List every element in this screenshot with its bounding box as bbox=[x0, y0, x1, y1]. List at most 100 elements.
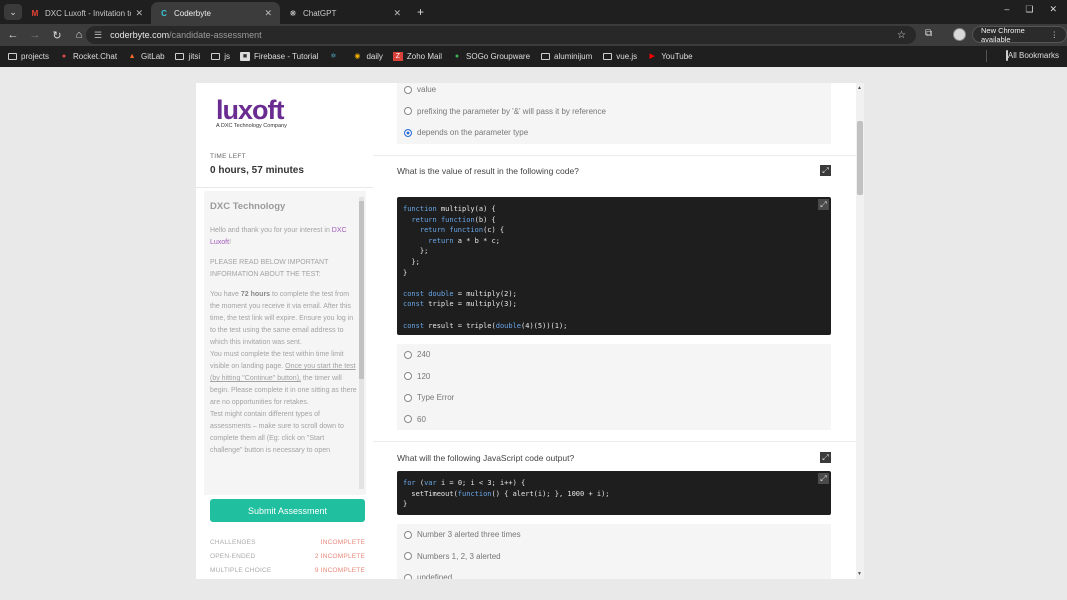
completion-stats: CHALLENGES INCOMPLETE OPEN-ENDED 2 INCOMPL… bbox=[210, 535, 365, 577]
tab-title: DXC Luxoft - Invitation to C bbox=[45, 8, 131, 18]
radio-button-selected[interactable] bbox=[404, 128, 412, 137]
more-menu-icon[interactable]: ⋮ bbox=[1051, 30, 1059, 39]
forward-arrow-icon[interactable]: → bbox=[24, 29, 46, 41]
radio-button[interactable] bbox=[404, 85, 412, 94]
divider bbox=[196, 187, 373, 188]
bookmark-gitlab[interactable]: ▲ GitLab bbox=[127, 52, 165, 61]
close-icon[interactable]: ✕ bbox=[264, 8, 272, 19]
bookmark-firebase[interactable]: ■ Firebase - Tutorial bbox=[239, 51, 318, 61]
question-options: Number 3 alerted three times Numbers 1, … bbox=[397, 524, 831, 579]
address-bar[interactable]: ☰ coderbyte.com/candidate-assessment ☆ bbox=[86, 26, 916, 44]
questions-panel: value prefixing the parameter by '&' wil… bbox=[373, 83, 856, 579]
chrome-update-button[interactable]: New Chrome available ⋮ bbox=[972, 25, 1067, 44]
submit-assessment-button[interactable]: Submit Assessment bbox=[210, 499, 365, 522]
navigation-bar: ← → ↻ ⌂ ☰ coderbyte.com/candidate-assess… bbox=[0, 24, 1067, 46]
tab-coderbyte[interactable]: C Coderbyte ✕ bbox=[151, 2, 280, 24]
answer-option[interactable]: undefined bbox=[397, 567, 831, 579]
bookmark-zoho-mail[interactable]: Z Zoho Mail bbox=[392, 51, 442, 61]
bookmark-label: js bbox=[224, 51, 230, 61]
bookmark-jitsi[interactable]: jitsi bbox=[175, 52, 200, 61]
bookmark-rocket-chat[interactable]: ● Rocket.Chat bbox=[59, 52, 117, 61]
code-snippet: function multiply(a) { return function(b… bbox=[397, 197, 831, 335]
code-snippet: for (var i = 0; i < 3; i++) { setTimeout… bbox=[397, 471, 831, 515]
chatgpt-icon: ❋ bbox=[289, 8, 297, 18]
tab-search-button[interactable]: ⌄ bbox=[4, 4, 22, 20]
bookmark-js[interactable]: js bbox=[210, 52, 230, 61]
radio-button[interactable] bbox=[404, 393, 412, 402]
read-below-text: PLEASE READ BELOW IMPORTANT INFORMATION … bbox=[210, 259, 329, 278]
site-settings-icon[interactable]: ☰ bbox=[94, 30, 102, 41]
scrollbar-thumb[interactable] bbox=[359, 201, 364, 379]
time-left-value: 0 hours, 57 minutes bbox=[210, 165, 304, 176]
logo-wordmark: luxoft bbox=[216, 95, 284, 125]
scroll-down-arrow-icon[interactable]: ▼ bbox=[857, 571, 862, 577]
new-tab-button[interactable]: + bbox=[417, 5, 424, 19]
scrollbar-thumb[interactable] bbox=[857, 121, 863, 195]
bookmark-label: Rocket.Chat bbox=[73, 51, 118, 61]
close-icon[interactable]: ✕ bbox=[393, 8, 401, 19]
bookmark-daily[interactable]: ◉ daily bbox=[352, 51, 383, 61]
maximize-icon[interactable]: ❏ bbox=[1025, 4, 1033, 15]
close-icon[interactable]: ✕ bbox=[135, 8, 143, 19]
bookmark-label: SOGo Groupware bbox=[466, 51, 531, 61]
hours-emphasis: 72 hours bbox=[240, 291, 271, 298]
radio-button[interactable] bbox=[404, 372, 412, 381]
back-arrow-icon[interactable]: ← bbox=[2, 29, 24, 41]
coderbyte-icon: C bbox=[161, 8, 167, 18]
instructions-scrollbar[interactable] bbox=[359, 197, 364, 489]
previous-question-options: value prefixing the parameter by '&' wil… bbox=[397, 83, 831, 144]
answer-option[interactable]: value bbox=[397, 83, 831, 101]
extensions-icon[interactable]: ⧉ bbox=[925, 28, 932, 39]
bookmark-label: daily bbox=[366, 51, 383, 61]
update-label: New Chrome available bbox=[981, 25, 1025, 44]
option-label: 240 bbox=[417, 350, 431, 360]
radio-button[interactable] bbox=[404, 350, 412, 359]
answer-option[interactable]: prefixing the parameter by '&' will pass… bbox=[397, 101, 831, 123]
reload-icon[interactable]: ↻ bbox=[46, 29, 68, 42]
answer-option[interactable]: depends on the parameter type bbox=[397, 122, 831, 144]
bookmark-react[interactable]: ⚛ bbox=[328, 52, 342, 61]
paragraph-text: to complete the test from the moment you… bbox=[210, 291, 354, 346]
tab-chatgpt[interactable]: ❋ ChatGPT ✕ bbox=[280, 2, 409, 24]
close-window-icon[interactable]: ✕ bbox=[1049, 4, 1057, 15]
expand-icon[interactable]: ⤢ bbox=[820, 452, 831, 463]
radio-button[interactable] bbox=[404, 107, 412, 116]
instructions-box[interactable]: DXC Technology Hello and thank you for y… bbox=[204, 191, 366, 495]
bookmark-sogo[interactable]: ● SOGo Groupware bbox=[452, 52, 530, 61]
option-label: depends on the parameter type bbox=[417, 128, 529, 138]
radio-button[interactable] bbox=[404, 573, 412, 579]
option-label: Numbers 1, 2, 3 alerted bbox=[417, 551, 501, 561]
minimize-icon[interactable]: – bbox=[1004, 4, 1009, 15]
expand-code-icon[interactable]: ⤢ bbox=[818, 199, 829, 210]
answer-option[interactable]: 60 bbox=[397, 409, 831, 431]
radio-button[interactable] bbox=[404, 530, 412, 539]
radio-button[interactable] bbox=[404, 552, 412, 561]
bookmark-vuejs[interactable]: vue.js bbox=[602, 52, 637, 61]
folder-icon bbox=[7, 52, 17, 61]
option-label: 120 bbox=[417, 371, 431, 381]
answer-option[interactable]: Number 3 alerted three times bbox=[397, 524, 831, 546]
question-text: What will the following JavaScript code … bbox=[397, 453, 575, 463]
window-controls: – ❏ ✕ bbox=[1004, 4, 1057, 15]
time-left-label: TIME LEFT bbox=[210, 153, 246, 160]
paragraph-text: Test might contain different types of as… bbox=[210, 411, 344, 454]
all-bookmarks-button[interactable]: All Bookmarks bbox=[1005, 50, 1059, 61]
answer-option[interactable]: Type Error bbox=[397, 387, 831, 409]
bookmark-aluminijum[interactable]: aluminijum bbox=[540, 52, 592, 61]
profile-avatar[interactable] bbox=[953, 28, 966, 41]
folder-icon bbox=[602, 52, 612, 61]
radio-button[interactable] bbox=[404, 415, 412, 424]
bookmark-projects[interactable]: projects bbox=[7, 52, 49, 61]
tab-title: Coderbyte bbox=[174, 8, 211, 18]
tab-gmail[interactable]: M DXC Luxoft - Invitation to C ✕ bbox=[22, 2, 151, 24]
page-scrollbar[interactable]: ▲ ▼ bbox=[856, 83, 864, 579]
answer-option[interactable]: 240 bbox=[397, 344, 831, 366]
scroll-up-arrow-icon[interactable]: ▲ bbox=[857, 85, 862, 91]
answer-option[interactable]: 120 bbox=[397, 366, 831, 388]
expand-icon[interactable]: ⤢ bbox=[820, 165, 831, 176]
expand-code-icon[interactable]: ⤢ bbox=[818, 473, 829, 484]
bookmark-star-icon[interactable]: ☆ bbox=[897, 30, 906, 41]
stat-label: OPEN-ENDED bbox=[210, 552, 256, 560]
answer-option[interactable]: Numbers 1, 2, 3 alerted bbox=[397, 546, 831, 568]
bookmark-youtube[interactable]: ▶ YouTube bbox=[647, 52, 692, 61]
